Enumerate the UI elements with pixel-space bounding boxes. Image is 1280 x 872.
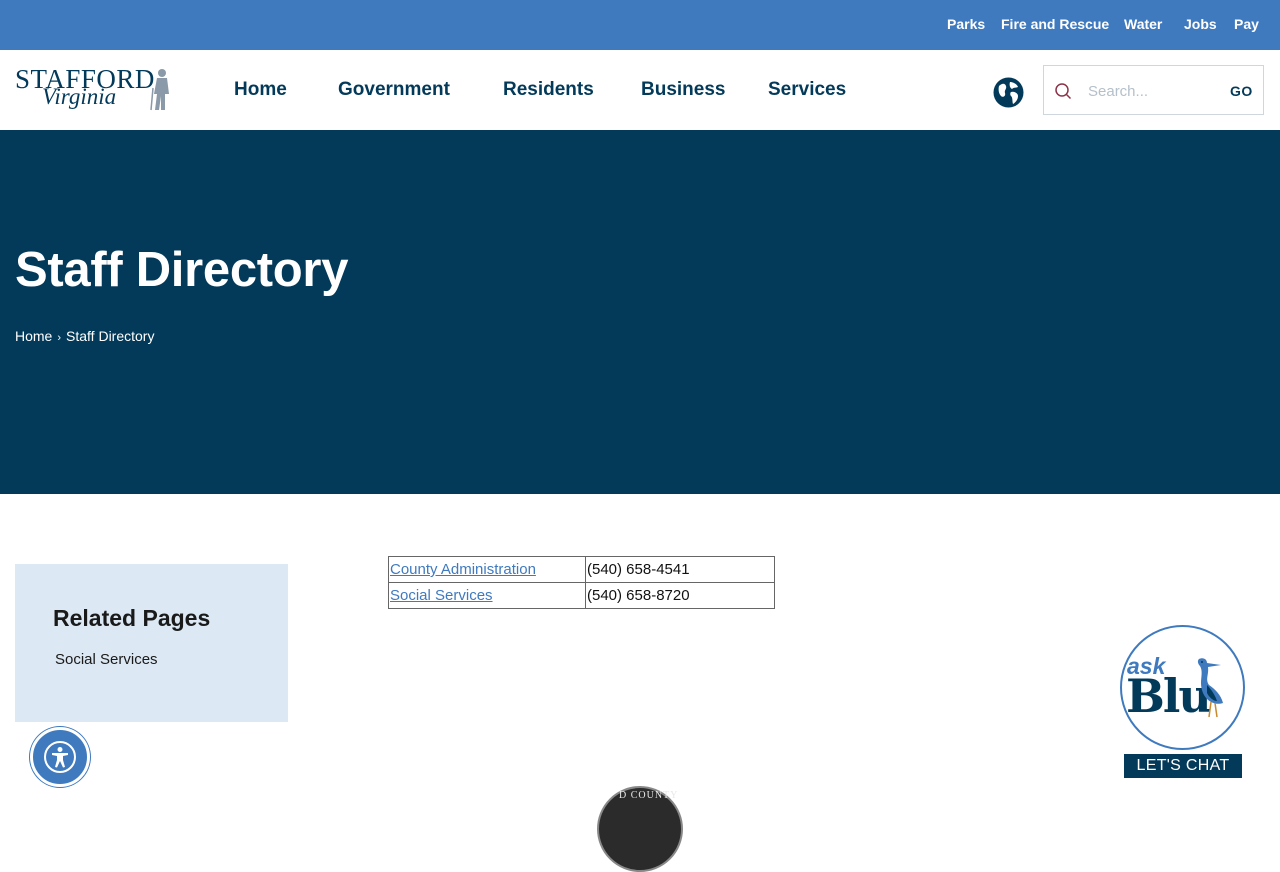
nav-services[interactable]: Services	[768, 79, 846, 101]
colonist-figure-icon	[150, 69, 169, 111]
related-link-social-services[interactable]: Social Services	[55, 651, 158, 668]
breadcrumb: Home › Staff Directory	[15, 328, 154, 344]
nav-government[interactable]: Government	[338, 79, 450, 101]
table-row: Social Services (540) 658-8720	[388, 582, 775, 609]
utility-link-fire-and-rescue[interactable]: Fire and Rescue	[1001, 16, 1109, 32]
lets-chat-button[interactable]: LET'S CHAT	[1124, 754, 1242, 778]
table-cell-name: County Administration	[388, 556, 586, 583]
breadcrumb-separator: ›	[57, 332, 62, 344]
breadcrumb-home[interactable]: Home	[15, 328, 52, 344]
logo-text-virginia: Virginia	[42, 84, 117, 109]
utility-bar: Parks Fire and Rescue Water Jobs Pay	[0, 0, 1280, 50]
utility-link-parks[interactable]: Parks	[947, 16, 985, 32]
heron-icon	[1197, 658, 1223, 718]
related-pages-panel: Related Pages Social Services	[15, 564, 288, 722]
page-hero: Staff Directory Home › Staff Directory	[0, 130, 1280, 494]
directory-link-county-administration[interactable]: County Administration	[390, 561, 536, 578]
accessibility-button[interactable]	[30, 727, 90, 787]
search-icon	[1055, 83, 1072, 100]
nav-home[interactable]: Home	[234, 79, 287, 101]
seal-text: D COUNTY	[619, 790, 679, 801]
search-box: GO	[1043, 65, 1264, 115]
table-cell-phone: (540) 658-4541	[585, 556, 775, 583]
globe-icon[interactable]	[993, 77, 1024, 108]
site-logo[interactable]: STAFFORD Virginia	[14, 64, 176, 118]
page-title: Staff Directory	[15, 243, 349, 297]
accessibility-icon	[44, 741, 76, 773]
search-input[interactable]	[1088, 80, 1218, 102]
county-seal: D COUNTY	[597, 786, 683, 872]
nav-business[interactable]: Business	[641, 79, 725, 101]
directory-link-social-services[interactable]: Social Services	[390, 587, 493, 604]
table-row: County Administration (540) 658-4541	[388, 556, 775, 583]
related-pages-title: Related Pages	[53, 605, 211, 631]
utility-link-pay[interactable]: Pay	[1234, 16, 1259, 32]
table-cell-name: Social Services	[388, 582, 586, 609]
utility-link-jobs[interactable]: Jobs	[1184, 16, 1217, 32]
nav-residents[interactable]: Residents	[503, 79, 594, 101]
staff-directory-table: County Administration (540) 658-4541 Soc…	[388, 556, 775, 609]
utility-link-water[interactable]: Water	[1124, 16, 1162, 32]
search-go-button[interactable]: GO	[1230, 83, 1253, 99]
table-cell-phone: (540) 658-8720	[585, 582, 775, 609]
ask-blu-chat-widget[interactable]: ask Blu LET'S CHAT	[1119, 625, 1247, 781]
breadcrumb-current: Staff Directory	[66, 328, 155, 344]
